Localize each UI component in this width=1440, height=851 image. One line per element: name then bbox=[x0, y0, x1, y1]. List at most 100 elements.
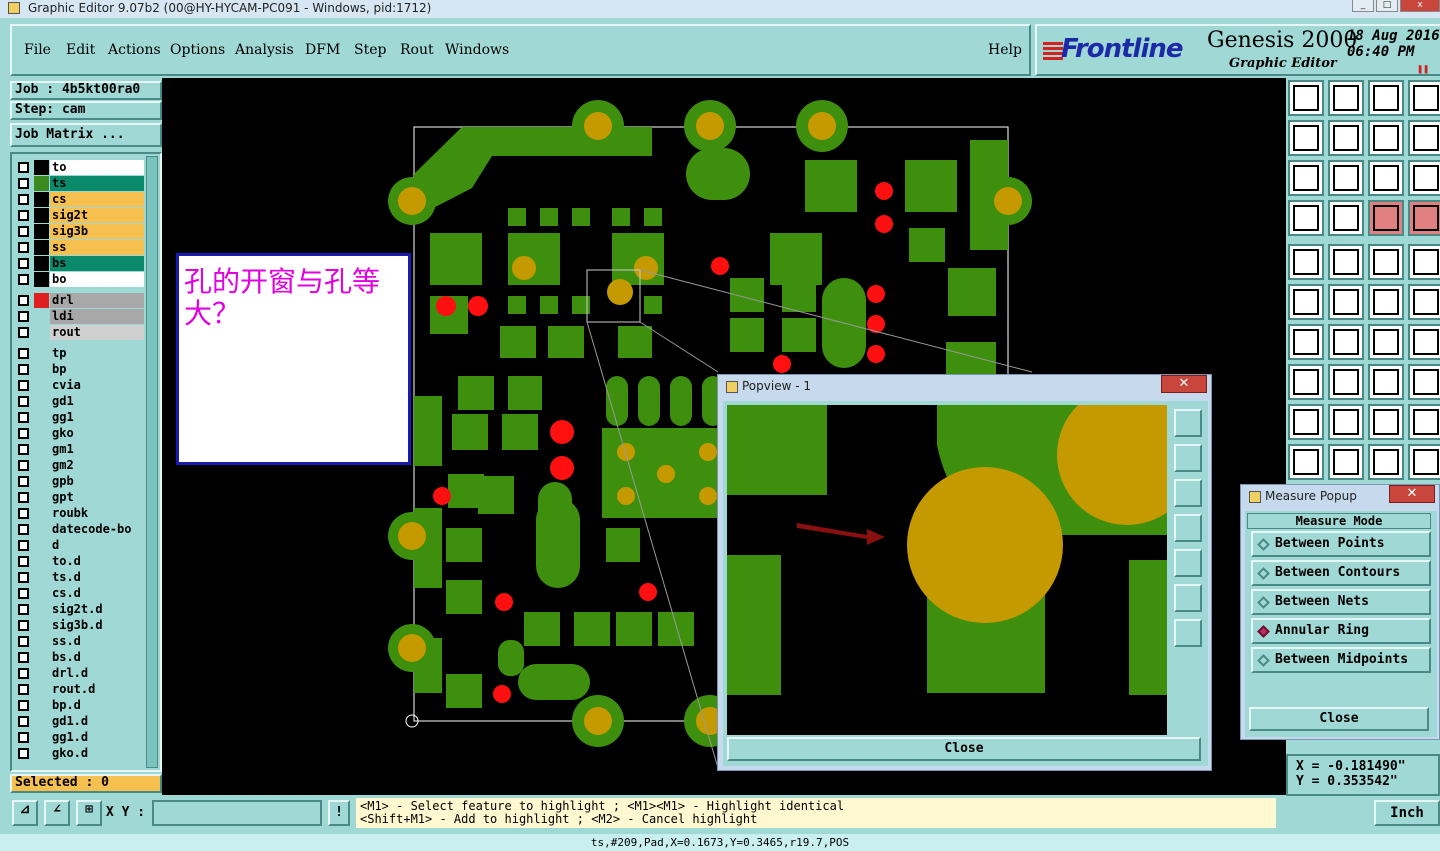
menu-file[interactable]: File bbox=[24, 42, 51, 58]
snap-icon[interactable]: ⊿ bbox=[12, 800, 38, 826]
layer-checkbox[interactable] bbox=[18, 652, 29, 663]
layer-row[interactable]: gm2 bbox=[16, 458, 144, 473]
measure-option[interactable]: Between Points bbox=[1251, 531, 1431, 557]
layer-checkbox[interactable] bbox=[18, 572, 29, 583]
close-button[interactable]: x bbox=[1400, 0, 1440, 12]
measure-icon[interactable]: ∠ bbox=[44, 800, 70, 826]
layer-row[interactable]: gm1 bbox=[16, 442, 144, 457]
layer-row[interactable]: sig2t.d bbox=[16, 602, 144, 617]
units-button[interactable]: Inch bbox=[1374, 800, 1440, 826]
layer-row[interactable]: bp.d bbox=[16, 698, 144, 713]
menu-help[interactable]: Help bbox=[988, 42, 1022, 58]
layer-checkbox[interactable] bbox=[18, 444, 29, 455]
layer-row[interactable]: rout.d bbox=[16, 682, 144, 697]
layer-checkbox[interactable] bbox=[18, 540, 29, 551]
zoom-out-icon[interactable] bbox=[1174, 619, 1202, 647]
layer-row[interactable]: cs bbox=[16, 192, 144, 207]
layer-checkbox[interactable] bbox=[18, 732, 29, 743]
connect-icon[interactable] bbox=[1288, 284, 1324, 320]
layer-checkbox[interactable] bbox=[18, 396, 29, 407]
pan-down-icon[interactable] bbox=[1174, 479, 1202, 507]
select-icon[interactable] bbox=[1288, 244, 1324, 280]
nets-red-icon[interactable] bbox=[1408, 200, 1440, 236]
measure-option[interactable]: Between Nets bbox=[1251, 589, 1431, 615]
one-to-one-icon[interactable] bbox=[1368, 120, 1404, 156]
help-icon[interactable] bbox=[1408, 160, 1440, 196]
alert-icon[interactable]: ! bbox=[328, 800, 350, 826]
window-icon[interactable] bbox=[1408, 80, 1440, 116]
pointer-icon[interactable] bbox=[1288, 444, 1324, 480]
layer-checkbox[interactable] bbox=[18, 556, 29, 567]
layer-row[interactable]: to bbox=[16, 160, 144, 175]
layer-checkbox[interactable] bbox=[18, 460, 29, 471]
layer-row[interactable]: drl bbox=[16, 293, 144, 308]
layer-checkbox[interactable] bbox=[18, 588, 29, 599]
layer-row[interactable]: tp bbox=[16, 346, 144, 361]
popview-canvas[interactable] bbox=[727, 405, 1167, 735]
layer-row[interactable]: gko bbox=[16, 426, 144, 441]
layer-scrollbar[interactable] bbox=[146, 156, 158, 768]
maximize-button[interactable]: □ bbox=[1376, 0, 1398, 12]
home-icon[interactable] bbox=[1368, 80, 1404, 116]
zoom-in-icon[interactable] bbox=[1174, 584, 1202, 612]
layer-checkbox[interactable] bbox=[18, 476, 29, 487]
layer-checkbox[interactable] bbox=[18, 226, 29, 237]
layer-row[interactable]: ldi bbox=[16, 309, 144, 324]
symbol-icon[interactable] bbox=[1368, 364, 1404, 400]
group-icon[interactable] bbox=[1408, 364, 1440, 400]
move-icon[interactable] bbox=[1368, 284, 1404, 320]
add-feature-icon[interactable] bbox=[1328, 244, 1364, 280]
layer-checkbox[interactable] bbox=[18, 348, 29, 359]
layer-checkbox[interactable] bbox=[18, 210, 29, 221]
scale-icon[interactable] bbox=[1368, 160, 1404, 196]
layer-row[interactable]: bs bbox=[16, 256, 144, 271]
layer-checkbox[interactable] bbox=[18, 380, 29, 391]
layer-checkbox[interactable] bbox=[18, 194, 29, 205]
layer-row[interactable]: gko.d bbox=[16, 746, 144, 761]
pointer-red-icon[interactable] bbox=[1328, 444, 1364, 480]
delete-icon[interactable] bbox=[1328, 284, 1364, 320]
pad-icon[interactable] bbox=[1288, 364, 1324, 400]
layer-checkbox[interactable] bbox=[18, 274, 29, 285]
redo-icon[interactable] bbox=[1328, 80, 1364, 116]
measure-popup[interactable]: Measure Popup ✕ Measure Mode Between Poi… bbox=[1240, 484, 1440, 740]
measure-option[interactable]: Annular Ring bbox=[1251, 618, 1431, 644]
text-icon[interactable] bbox=[1408, 324, 1440, 360]
ruler-icon[interactable] bbox=[1368, 244, 1404, 280]
layer-row[interactable]: gg1.d bbox=[16, 730, 144, 745]
pan-up-icon[interactable] bbox=[1174, 444, 1202, 472]
poly3-icon[interactable] bbox=[1408, 404, 1440, 440]
layer-row[interactable]: ts.d bbox=[16, 570, 144, 585]
pan-right-icon[interactable] bbox=[1174, 549, 1202, 577]
measure-option[interactable]: Between Midpoints bbox=[1251, 647, 1431, 673]
job-matrix-button[interactable]: Job Matrix ... bbox=[10, 123, 162, 147]
menu-dfm[interactable]: DFM bbox=[305, 42, 340, 58]
popview-window[interactable]: Popview - 1 ✕ Close bbox=[717, 374, 1212, 771]
popview-close-x[interactable]: ✕ bbox=[1161, 375, 1207, 393]
menu-analysis[interactable]: Analysis bbox=[235, 42, 294, 58]
layer-row[interactable]: bs.d bbox=[16, 650, 144, 665]
measure-close-button[interactable]: Close bbox=[1249, 707, 1429, 731]
layer-checkbox[interactable] bbox=[18, 327, 29, 338]
layer-row[interactable]: ts bbox=[16, 176, 144, 191]
layer-checkbox[interactable] bbox=[18, 492, 29, 503]
grid-icon[interactable] bbox=[1328, 200, 1364, 236]
layer-checkbox[interactable] bbox=[18, 748, 29, 759]
zoom-fit-icon[interactable] bbox=[1288, 160, 1324, 196]
layer-checkbox[interactable] bbox=[18, 162, 29, 173]
copy-icon[interactable] bbox=[1408, 284, 1440, 320]
measure-option[interactable]: Between Contours bbox=[1251, 560, 1431, 586]
layer-checkbox[interactable] bbox=[18, 668, 29, 679]
snap-icon[interactable] bbox=[1408, 120, 1440, 156]
layer-row[interactable]: ss bbox=[16, 240, 144, 255]
layer-checkbox[interactable] bbox=[18, 508, 29, 519]
layer-row[interactable]: cs.d bbox=[16, 586, 144, 601]
layer-row[interactable]: d bbox=[16, 538, 144, 553]
minimize-button[interactable]: _ bbox=[1352, 0, 1374, 12]
layer-row[interactable]: bp bbox=[16, 362, 144, 377]
layer-row[interactable]: datecode-bo bbox=[16, 522, 144, 537]
menu-rout[interactable]: Rout bbox=[400, 42, 434, 58]
layer-checkbox[interactable] bbox=[18, 364, 29, 375]
edit-icon[interactable] bbox=[1288, 200, 1324, 236]
undo-icon[interactable] bbox=[1288, 80, 1324, 116]
